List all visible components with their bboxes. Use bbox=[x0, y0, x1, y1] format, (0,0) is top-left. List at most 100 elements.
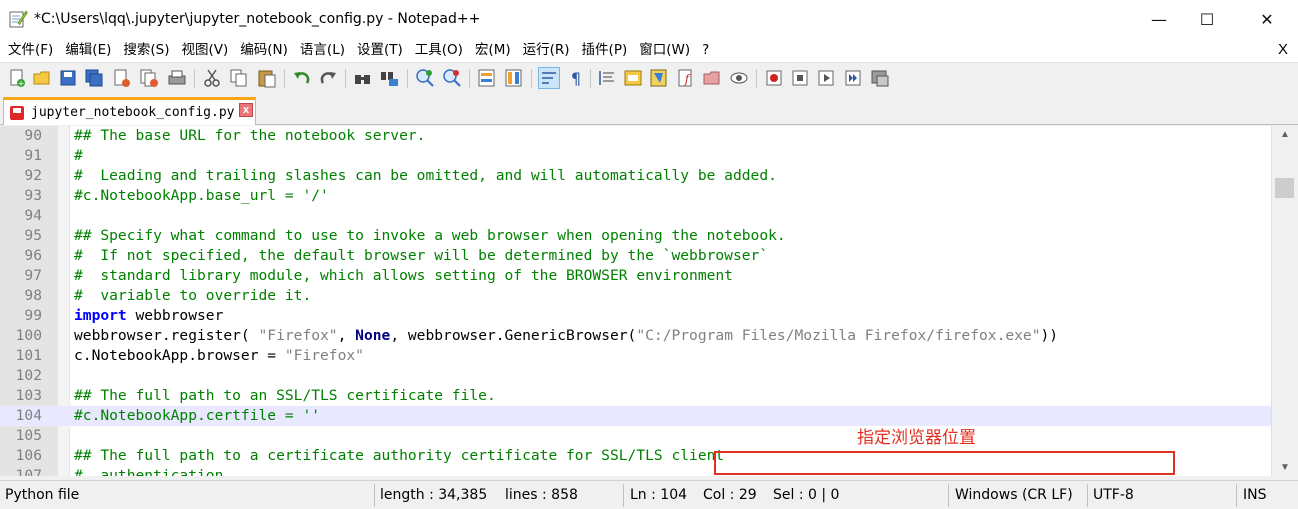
toolbar-separator bbox=[345, 69, 346, 88]
line-code: # Leading and trailing slashes can be om… bbox=[74, 166, 777, 186]
monitoring-eye-icon[interactable] bbox=[728, 67, 750, 89]
line-code: ## Specify what command to use to invoke… bbox=[74, 226, 786, 246]
line-code: # standard library module, which allows … bbox=[74, 266, 733, 286]
open-file-icon[interactable] bbox=[31, 67, 53, 89]
menu-language[interactable]: 语言(L) bbox=[294, 38, 351, 62]
maximize-button[interactable]: ☐ bbox=[1184, 0, 1230, 38]
scroll-down-arrow-icon[interactable]: ▼ bbox=[1272, 459, 1298, 476]
code-line[interactable]: 91 # bbox=[0, 146, 1271, 166]
playback-macro-icon[interactable] bbox=[815, 67, 837, 89]
menu-plugins[interactable]: 插件(P) bbox=[576, 38, 634, 62]
user-defined-language-icon[interactable] bbox=[622, 67, 644, 89]
code-line[interactable]: 102 bbox=[0, 366, 1271, 386]
line-number: 96 bbox=[24, 247, 42, 264]
annotation-highlight-box bbox=[714, 451, 1175, 475]
word-wrap-icon[interactable] bbox=[538, 67, 560, 89]
menu-window[interactable]: 窗口(W) bbox=[633, 38, 696, 62]
indent-guide-icon[interactable] bbox=[596, 67, 618, 89]
code-editor[interactable]: 90 ## The base URL for the notebook serve… bbox=[0, 126, 1271, 476]
close-file-icon[interactable] bbox=[111, 67, 133, 89]
line-code: import webbrowser bbox=[74, 306, 223, 326]
menu-file[interactable]: 文件(F) bbox=[0, 38, 59, 62]
scroll-up-arrow-icon[interactable]: ▲ bbox=[1272, 126, 1298, 143]
folder-as-workspace-icon[interactable] bbox=[701, 67, 723, 89]
scrollbar-thumb[interactable] bbox=[1275, 178, 1294, 198]
status-separator bbox=[948, 484, 949, 507]
menu-macro[interactable]: 宏(M) bbox=[469, 38, 517, 62]
new-file-icon[interactable]: + bbox=[6, 67, 28, 89]
tab-jupyter-notebook-config[interactable]: jupyter_notebook_config.py x bbox=[3, 97, 256, 125]
menu-help[interactable]: ? bbox=[696, 38, 715, 62]
code-line[interactable]: 90 ## The base URL for the notebook serve… bbox=[0, 126, 1271, 146]
menu-search[interactable]: 搜索(S) bbox=[117, 38, 175, 62]
code-token: webbrowser bbox=[126, 307, 224, 324]
save-icon[interactable] bbox=[57, 67, 79, 89]
menu-encoding[interactable]: 编码(N) bbox=[234, 38, 294, 62]
tab-close-icon[interactable]: x bbox=[239, 103, 253, 117]
code-token: "C:/Program Files/Mozilla Firefox/firefo… bbox=[636, 327, 1041, 344]
code-line[interactable]: 100 webbrowser.register( "Firefox", None,… bbox=[0, 326, 1271, 346]
line-number: 95 bbox=[24, 227, 42, 244]
menu-bar: 文件(F) 编辑(E) 搜索(S) 视图(V) 编码(N) 语言(L) 设置(T… bbox=[0, 38, 1298, 62]
menu-edit[interactable]: 编辑(E) bbox=[59, 38, 117, 62]
code-token: # variable to override it. bbox=[74, 287, 312, 304]
stop-recording-icon[interactable] bbox=[789, 67, 811, 89]
zoom-in-icon[interactable] bbox=[414, 67, 436, 89]
code-line[interactable]: 104 #c.NotebookApp.certfile = '' bbox=[0, 406, 1271, 426]
code-line[interactable]: 95 ## Specify what command to use to invo… bbox=[0, 226, 1271, 246]
code-line[interactable]: 103 ## The full path to an SSL/TLS certif… bbox=[0, 386, 1271, 406]
code-line[interactable]: 101 c.NotebookApp.browser = "Firefox" bbox=[0, 346, 1271, 366]
cut-icon[interactable] bbox=[201, 67, 223, 89]
code-line[interactable]: 96 # If not specified, the default browse… bbox=[0, 246, 1271, 266]
code-line[interactable]: 98 # variable to override it. bbox=[0, 286, 1271, 306]
line-number: 98 bbox=[24, 287, 42, 304]
code-token: import bbox=[74, 307, 127, 324]
status-separator bbox=[623, 484, 624, 507]
vertical-scrollbar[interactable]: ▲ ▼ bbox=[1271, 126, 1298, 476]
run-macro-multiple-icon[interactable] bbox=[842, 67, 864, 89]
show-all-characters-icon[interactable]: ¶ bbox=[565, 67, 587, 89]
close-document-button[interactable]: X bbox=[1278, 38, 1288, 62]
record-macro-icon[interactable] bbox=[763, 67, 785, 89]
find-icon[interactable] bbox=[352, 67, 374, 89]
code-token: ## The full path to an SSL/TLS certifica… bbox=[74, 387, 496, 404]
menu-run[interactable]: 运行(R) bbox=[517, 38, 576, 62]
status-separator bbox=[1087, 484, 1088, 507]
code-line[interactable]: 92 # Leading and trailing slashes can be … bbox=[0, 166, 1271, 186]
code-token: ## Specify what command to use to invoke… bbox=[74, 227, 786, 244]
print-icon[interactable] bbox=[166, 67, 188, 89]
menu-settings[interactable]: 设置(T) bbox=[351, 38, 409, 62]
code-token: None bbox=[355, 327, 391, 344]
replace-icon[interactable] bbox=[379, 67, 401, 89]
minimize-button[interactable]: — bbox=[1136, 0, 1182, 38]
code-line[interactable]: 94 bbox=[0, 206, 1271, 226]
code-line[interactable]: 105 bbox=[0, 426, 1271, 446]
zoom-out-icon[interactable] bbox=[441, 67, 463, 89]
sync-horizontal-scroll-icon[interactable] bbox=[503, 67, 525, 89]
code-line[interactable]: 99 import webbrowser bbox=[0, 306, 1271, 326]
code-line[interactable]: 97 # standard library module, which allow… bbox=[0, 266, 1271, 286]
copy-icon[interactable] bbox=[228, 67, 250, 89]
undo-icon[interactable] bbox=[291, 67, 313, 89]
line-number: 93 bbox=[24, 187, 42, 204]
save-macro-icon[interactable] bbox=[869, 67, 891, 89]
function-list-icon[interactable]: f bbox=[675, 67, 697, 89]
line-code: c.NotebookApp.browser = "Firefox" bbox=[74, 346, 364, 366]
tab-label: jupyter_notebook_config.py bbox=[31, 105, 235, 120]
line-number: 94 bbox=[24, 207, 42, 224]
toolbar-separator bbox=[469, 69, 470, 88]
paste-icon[interactable] bbox=[256, 67, 278, 89]
close-window-button[interactable]: ✕ bbox=[1244, 0, 1290, 38]
code-token: "Firefox" bbox=[284, 347, 364, 364]
save-all-icon[interactable] bbox=[83, 67, 105, 89]
document-map-icon[interactable] bbox=[648, 67, 670, 89]
redo-icon[interactable] bbox=[317, 67, 339, 89]
menu-tools[interactable]: 工具(O) bbox=[409, 38, 469, 62]
close-all-icon[interactable] bbox=[138, 67, 160, 89]
line-number: 103 bbox=[15, 387, 42, 404]
sync-vertical-scroll-icon[interactable] bbox=[476, 67, 498, 89]
code-line[interactable]: 93 #c.NotebookApp.base_url = '/' bbox=[0, 186, 1271, 206]
menu-view[interactable]: 视图(V) bbox=[176, 38, 235, 62]
line-code: # If not specified, the default browser … bbox=[74, 246, 768, 266]
line-number: 97 bbox=[24, 267, 42, 284]
